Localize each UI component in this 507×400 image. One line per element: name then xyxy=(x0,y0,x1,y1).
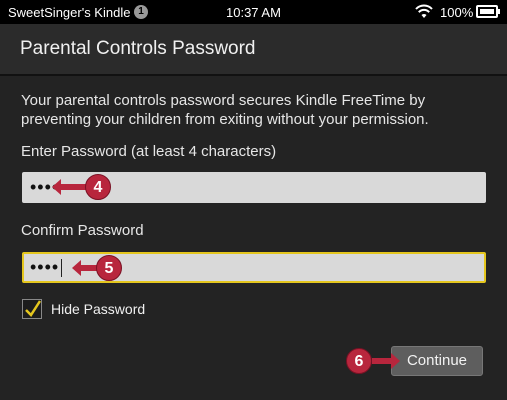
callout-4-arrow xyxy=(52,179,86,195)
callout-5: 5 xyxy=(96,255,122,281)
callout-4: 4 xyxy=(85,174,111,200)
wifi-icon xyxy=(415,4,433,18)
continue-button[interactable]: Continue xyxy=(391,346,483,376)
enter-password-label: Enter Password (at least 4 characters) xyxy=(21,143,277,160)
confirm-password-value: •••• xyxy=(30,257,60,277)
hide-password-checkbox[interactable] xyxy=(22,299,42,319)
notification-badge[interactable]: 1 xyxy=(134,5,148,19)
confirm-password-label: Confirm Password xyxy=(21,222,144,239)
hide-password-label: Hide Password xyxy=(51,301,146,317)
checkmark-icon xyxy=(25,300,42,317)
battery-percent: 100% xyxy=(440,5,474,20)
dialog-title: Parental Controls Password xyxy=(20,38,256,59)
device-name: SweetSinger's Kindle xyxy=(8,5,131,20)
status-bar: SweetSinger's Kindle 1 10:37 AM 100% xyxy=(0,0,507,24)
text-cursor xyxy=(61,259,63,278)
dialog-description: Your parental controls password secures … xyxy=(21,92,429,128)
dialog-body: Your parental controls password secures … xyxy=(0,76,507,400)
dialog-header: Parental Controls Password xyxy=(0,24,507,76)
clock: 10:37 AM xyxy=(226,5,281,20)
callout-6-arrow xyxy=(372,358,392,364)
callout-6: 6 xyxy=(346,348,372,374)
battery-icon xyxy=(476,5,500,18)
